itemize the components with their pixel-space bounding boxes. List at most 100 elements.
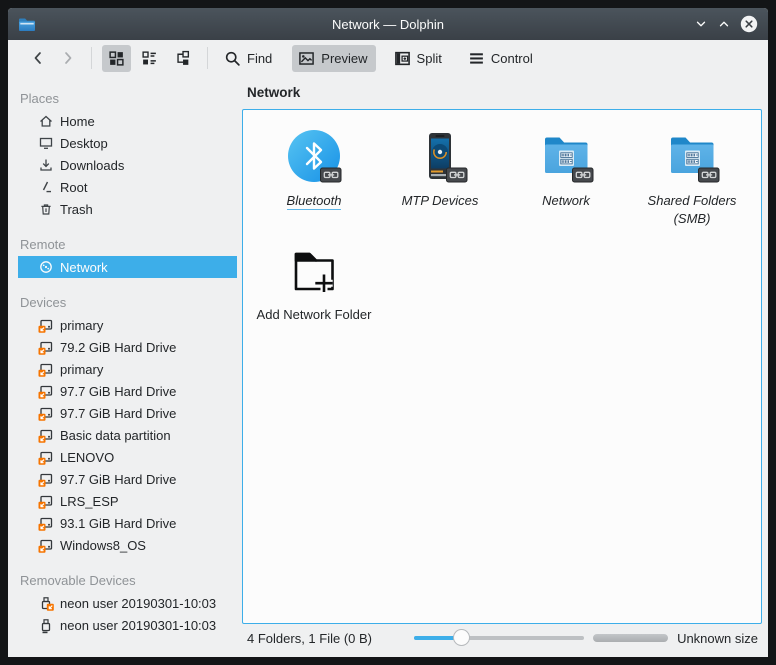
sidebar-item-label: Downloads — [60, 158, 125, 173]
sidebar-item-label: Windows8_OS — [60, 538, 146, 553]
file-item-label[interactable]: Bluetooth — [286, 192, 342, 210]
sidebar-item-neon-user-20190301-10-03[interactable]: neon user 20190301-10:03 — [18, 592, 237, 614]
sidebar-item-desktop[interactable]: Desktop — [18, 132, 237, 154]
preview-button[interactable]: Preview — [292, 44, 376, 72]
capacity-bar — [593, 634, 669, 642]
titlebar[interactable]: Network — Dolphin — [8, 8, 768, 40]
usb-mounted-icon — [38, 617, 54, 634]
section-header: Devices — [20, 295, 67, 310]
sidebar-item-label: neon user 20190301-10:03 — [60, 596, 217, 611]
drive-icon — [38, 427, 54, 443]
zoom-slider-handle[interactable] — [453, 629, 471, 646]
sidebar-item-trash[interactable]: Trash — [18, 198, 237, 220]
desktop-background: Network — Dolphin Find Preview Split Con… — [0, 0, 776, 665]
sidebar-item-lrs-esp[interactable]: LRS_ESP — [18, 490, 237, 512]
breadcrumb-location[interactable]: Network — [247, 85, 300, 100]
sidebar-item-label: 97.7 GiB Hard Drive — [60, 472, 177, 487]
file-item-label[interactable]: Shared Folders (SMB) — [633, 192, 751, 228]
back-button[interactable] — [25, 46, 51, 70]
sidebar-item-primary[interactable]: primary — [18, 314, 237, 336]
toolbar-separator — [207, 47, 208, 69]
root-icon — [38, 179, 54, 195]
sidebar-item-label: 79.2 GiB Hard Drive — [60, 340, 177, 355]
icon-grid: Bluetooth MTP Devices Network Shared Fol… — [243, 110, 761, 356]
sidebar-item-neon-user-20190301-10-03[interactable]: neon user 20190301-10:03 — [18, 614, 237, 636]
statusbar: 4 Folders, 1 File (0 B) Unknown size — [237, 624, 768, 652]
split-button[interactable]: Split — [388, 45, 450, 72]
sidebar-item-label: neon user 20190301-10:03 — [60, 618, 217, 633]
sidebar-item-label: primary — [60, 318, 104, 333]
drive-icon — [38, 493, 54, 509]
close-icon[interactable] — [740, 15, 758, 33]
places-panel: Places Home Desktop Downloads Root Trash Remot… — [8, 76, 237, 657]
sidebar-item-label: Home — [60, 114, 95, 129]
phone-icon[interactable] — [412, 128, 468, 184]
sidebar-item-lenovo[interactable]: LENOVO — [18, 446, 237, 468]
zoom-slider[interactable] — [414, 629, 585, 647]
section-header: Removable Devices — [20, 573, 136, 588]
forward-button[interactable] — [55, 46, 81, 70]
sidebar-item-label: Desktop — [60, 136, 108, 151]
sidebar-item-93-1-gib-hard-drive[interactable]: 93.1 GiB Hard Drive — [18, 512, 237, 534]
sidebar-item-label: primary — [60, 362, 104, 377]
status-summary: 4 Folders, 1 File (0 B) — [247, 630, 372, 646]
home-icon — [38, 113, 54, 129]
drive-icon — [38, 383, 54, 399]
sidebar-item-downloads[interactable]: Downloads — [18, 154, 237, 176]
folder-add-icon[interactable] — [286, 242, 342, 298]
drive-icon — [38, 361, 54, 377]
maximize-icon[interactable] — [717, 17, 731, 31]
breadcrumb[interactable]: Network — [237, 76, 768, 109]
compact-view-button[interactable] — [135, 45, 164, 72]
sidebar-item-network[interactable]: Network — [18, 256, 237, 278]
file-item-label[interactable]: MTP Devices — [402, 192, 479, 210]
sidebar-item-label: 93.1 GiB Hard Drive — [60, 516, 177, 531]
sidebar-item-root[interactable]: Root — [18, 176, 237, 198]
drive-icon — [38, 471, 54, 487]
sidebar-item-97-7-gib-hard-drive[interactable]: 97.7 GiB Hard Drive — [18, 380, 237, 402]
details-view-button[interactable] — [168, 45, 197, 72]
file-item-label[interactable]: Add Network Folder — [257, 306, 372, 324]
sidebar-item-label: Root — [60, 180, 88, 195]
folder-network-icon[interactable] — [664, 128, 720, 184]
file-item-shared-folders-smb-[interactable]: Shared Folders (SMB) — [629, 128, 755, 242]
drive-icon — [38, 339, 54, 355]
split-label: Split — [416, 50, 442, 66]
sidebar-item-label: Trash — [60, 202, 93, 217]
dolphin-window: Network — Dolphin Find Preview Split Con… — [8, 8, 768, 657]
sidebar-item-windows8-os[interactable]: Windows8_OS — [18, 534, 237, 556]
bluetooth-icon[interactable] — [286, 128, 342, 184]
file-item-bluetooth[interactable]: Bluetooth — [251, 128, 377, 242]
file-item-label[interactable]: Network — [542, 192, 590, 210]
drive-icon — [38, 317, 54, 333]
sidebar-item-label: 97.7 GiB Hard Drive — [60, 384, 177, 399]
sidebar-item-label: LENOVO — [60, 450, 115, 465]
file-item-network[interactable]: Network — [503, 128, 629, 242]
sidebar-item-home[interactable]: Home — [18, 110, 237, 132]
section-header: Remote — [20, 237, 66, 252]
section-header: Places — [20, 91, 60, 106]
sidebar-item-97-7-gib-hard-drive[interactable]: 97.7 GiB Hard Drive — [18, 468, 237, 490]
usb-unmounted-icon — [38, 595, 54, 611]
control-button[interactable]: Control — [462, 45, 541, 72]
sidebar-item-basic-data-partition[interactable]: Basic data partition — [18, 424, 237, 446]
downloads-icon — [38, 157, 54, 173]
sidebar-item-label: LRS_ESP — [60, 494, 119, 509]
find-label: Find — [247, 50, 273, 66]
sidebar-item-97-7-gib-hard-drive[interactable]: 97.7 GiB Hard Drive — [18, 402, 237, 424]
icons-view-button[interactable] — [102, 44, 131, 72]
preview-label: Preview — [321, 50, 368, 66]
sidebar-item-79-2-gib-hard-drive[interactable]: 79.2 GiB Hard Drive — [18, 336, 237, 358]
desktop-icon — [38, 135, 54, 151]
file-item-mtp-devices[interactable]: MTP Devices — [377, 128, 503, 242]
drive-icon — [38, 405, 54, 421]
sidebar-item-primary[interactable]: primary — [18, 358, 237, 380]
file-item-add-network-folder[interactable]: Add Network Folder — [251, 242, 377, 356]
folder-view[interactable]: Bluetooth MTP Devices Network Shared Fol… — [242, 109, 762, 624]
trash-icon — [38, 201, 54, 217]
find-button[interactable]: Find — [218, 45, 280, 72]
drive-icon — [38, 537, 54, 553]
folder-network-icon[interactable] — [538, 128, 594, 184]
minimize-icon[interactable] — [694, 17, 708, 31]
globe-icon — [38, 259, 54, 275]
